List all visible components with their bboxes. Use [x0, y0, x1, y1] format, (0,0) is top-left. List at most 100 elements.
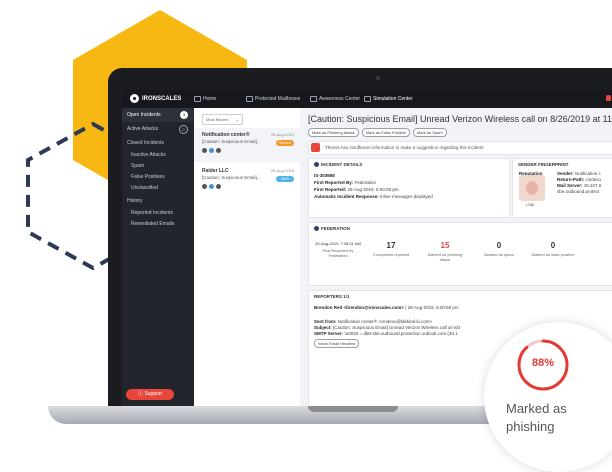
mail-server-value: 40.107.6	[583, 183, 602, 188]
stat-value: 17	[386, 241, 396, 250]
count-badge: 3	[180, 111, 188, 119]
support-button[interactable]: ⓘ Support	[126, 389, 174, 400]
card-header: SENDER FINGERPRINT	[518, 162, 569, 167]
field-label: Return-Path:	[557, 177, 585, 182]
sidebar-item-reported-incidents[interactable]: Reported Incidents	[122, 208, 194, 219]
brand-tag-badge: AWS	[276, 176, 294, 182]
sort-select-value: Most Recent	[206, 117, 229, 122]
score-label-line2: phishing	[506, 419, 555, 434]
stat-label: Marked as phishing attack	[427, 252, 463, 262]
subject-value: [Caution: Suspicious Email] Unread Veriz…	[333, 325, 461, 330]
field-label: Sent from:	[314, 319, 337, 324]
incident-id: IS-303668	[314, 173, 335, 178]
nav-home[interactable]: Home	[194, 96, 216, 102]
themis-suggestion: Themis has insufficient information to m…	[308, 141, 612, 155]
brand[interactable]: IRONSCALES	[130, 94, 181, 103]
sidebar-item-label: History	[127, 198, 143, 204]
sender-fingerprint-card: SENDER FINGERPRINT Reputation LOW Sender…	[512, 158, 612, 218]
sidebar-item-label: Open Incidents	[127, 112, 161, 118]
nav-simulation-center-label: Simulation Center	[373, 96, 413, 102]
sidebar-item-label: Unclassified	[131, 185, 158, 191]
incident-sender: Notification center®	[202, 132, 250, 138]
incident-subject: [Caution: Suspicious Email]...	[202, 139, 261, 144]
incident-subject: [Caution: Suspicious Email]...	[202, 175, 261, 180]
sidebar-item-unclassified[interactable]: Unclassified	[122, 183, 194, 194]
card-header: INCIDENT DETAILS	[321, 162, 363, 167]
attachment-icon	[209, 184, 214, 189]
indicator-icon	[202, 148, 207, 153]
sidebar-item-label: Closed Incidents	[127, 140, 164, 146]
field-label: Mail Server:	[557, 183, 583, 188]
score-label-line1: Marked as	[506, 401, 567, 416]
federation-date-caption: First Reported by Federation	[322, 248, 354, 258]
sidebar-item-active-attacks[interactable]: Active Attacks 0	[122, 122, 194, 136]
themis-icon	[311, 143, 320, 152]
notification-bell-icon[interactable]	[606, 95, 611, 101]
sidebar-item-open-incidents[interactable]: Open Incidents 3	[122, 108, 194, 122]
federation-first-reported: 20-Aug-2019, 7:38:01 AM First Reported b…	[315, 241, 361, 258]
list-item[interactable]: Notification center® 26-Aug-2019 [Cautio…	[194, 128, 300, 162]
attachment-icon	[209, 148, 214, 153]
stat-companies: 17 Companies reported	[369, 241, 413, 257]
mark-false-positive-button[interactable]: Mark as False Positive	[361, 128, 410, 137]
sidebar: Open Incidents 3 Active Attacks 0 Closed…	[122, 108, 194, 406]
stat-value: 0	[496, 241, 502, 250]
brand-name: IRONSCALES	[142, 95, 182, 102]
nav-simulation-center[interactable]: Simulation Center	[364, 96, 413, 102]
smtp-server-value: \u0020 = db0-sbe.outbound.protection.out…	[344, 331, 458, 336]
stat-label: Companies reported	[372, 252, 410, 257]
card-header: FEDERATION	[321, 226, 350, 231]
field-label: First Reported:	[314, 187, 347, 192]
awareness-icon	[310, 96, 317, 102]
sidebar-item-remediated-emails[interactable]: Remediated Emails	[122, 219, 194, 230]
sidebar-item-false-positives[interactable]: False Positives	[122, 172, 194, 183]
incident-date: 26-Aug-2019	[270, 168, 294, 173]
sidebar-item-spam[interactable]: Spam	[122, 161, 194, 172]
camera-dot	[376, 76, 380, 80]
sidebar-item-inactive-attacks[interactable]: Inactive Attacks	[122, 150, 194, 161]
nav-awareness-center[interactable]: Awareness Center	[310, 96, 360, 102]
incident-sender: Raider LLC	[202, 168, 229, 174]
ironscales-logo-icon	[130, 94, 139, 103]
first-reported: 26-Aug-2019, 6:00:08 pm	[347, 187, 399, 192]
sidebar-item-label: Active Attacks	[127, 126, 159, 132]
sidebar-item-label: Spam	[131, 163, 145, 169]
sort-select[interactable]: Most Recent ⌄	[202, 114, 243, 125]
sender-value: Notification c	[575, 171, 601, 176]
sidebar-item-label: Reported Incidents	[131, 210, 173, 216]
phishing-percent: 88%	[531, 357, 555, 369]
stat-value: 15	[440, 241, 450, 250]
mark-spam-button[interactable]: Mark as Spam	[412, 128, 447, 137]
sidebar-item-history[interactable]: History	[122, 194, 194, 208]
home-icon	[194, 96, 201, 102]
stat-false-positive: 0 Marked as false positive	[531, 241, 575, 257]
stat-label: Marked as spam	[484, 252, 514, 257]
field-label: Sender:	[557, 171, 574, 176]
sidebar-item-closed-incidents[interactable]: Closed Incidents	[122, 136, 194, 150]
show-email-headers-button[interactable]: Show Email Headers	[314, 339, 360, 348]
field-label: Automatic Incident Response:	[314, 194, 379, 199]
stat-spam: 0 Marked as spam	[477, 241, 521, 257]
sent-from-value: Notification center® <cindexo@lakkiral-k…	[337, 319, 433, 324]
mark-phishing-button[interactable]: Mark as Phishing Attack	[308, 128, 359, 137]
incident-indicators	[202, 148, 221, 153]
suggestion-text: Themis has insufficient information to m…	[325, 145, 484, 150]
incident-list: Most Recent ⌄ Notification center® 26-Au…	[194, 108, 301, 406]
first-reported-by: Federation	[354, 180, 377, 185]
phishing-score-label: Marked as phishing	[506, 400, 612, 436]
chevron-down-icon: ⌄	[235, 117, 239, 122]
federation-date: 20-Aug-2019, 7:38:01 AM	[315, 241, 361, 246]
support-icon: ⓘ	[138, 391, 144, 397]
automatic-response: Inline messages displayed	[380, 194, 433, 199]
sender-fingerprint-image	[519, 175, 545, 201]
incident-indicators	[202, 184, 221, 189]
mail-server-host: sbe.outbound.protect	[557, 189, 600, 194]
laptop-base-notch	[308, 406, 398, 412]
field-label: SMTP Server:	[314, 331, 344, 336]
field-label: Subject:	[314, 325, 332, 330]
incident-details-card: INCIDENT DETAILS IS-303668 First Reporte…	[308, 158, 510, 218]
nav-home-label: Home	[203, 96, 217, 102]
list-item[interactable]: Raider LLC 26-Aug-2019 [Caution: Suspici…	[194, 164, 300, 198]
nav-protected-mailboxes[interactable]: Protected Mailboxes	[246, 96, 300, 102]
sidebar-item-label: Remediated Emails	[131, 221, 175, 227]
